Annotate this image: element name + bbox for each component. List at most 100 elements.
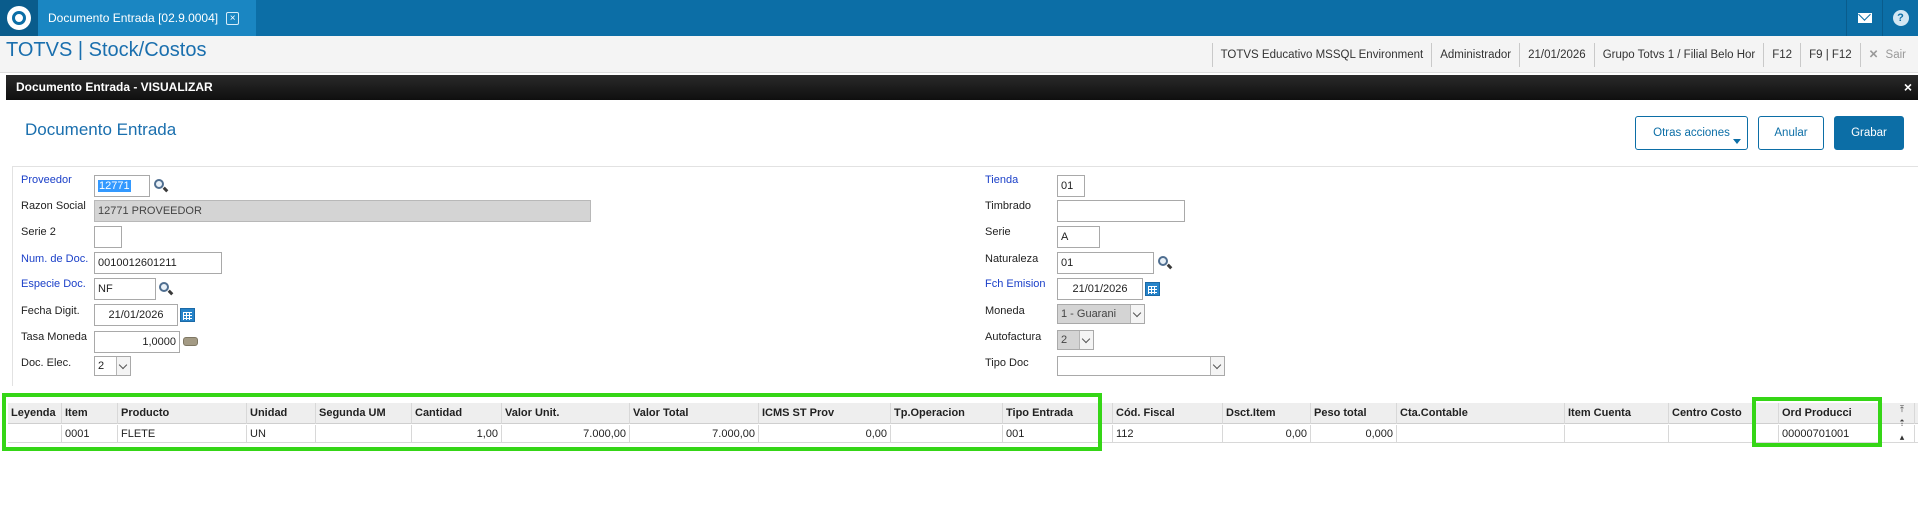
exit-label: Sair [1885, 49, 1906, 61]
column-header-cantidad[interactable]: Cantidad [412, 403, 502, 424]
tienda-input[interactable]: 01 [1057, 175, 1085, 197]
naturaleza-input[interactable]: 01 [1057, 252, 1154, 274]
serie2-input[interactable] [94, 226, 122, 248]
table-row[interactable]: 0001 FLETE UN 1,00 7.000,00 7.000,00 0,00 001 11… [8, 425, 1918, 443]
cell-item[interactable]: 0001 [62, 425, 118, 443]
items-grid[interactable]: Leyenda Item Producto Unidad Segunda UM Canti… [8, 403, 1918, 514]
shortcut-f9-f12[interactable]: F9 | F12 [1800, 43, 1860, 67]
doc-elec-value: 2 [98, 360, 105, 372]
cell-leyenda[interactable] [8, 425, 62, 443]
tasa-moneda-input[interactable]: 1,0000 [94, 331, 180, 353]
other-actions-label: Otras acciones [1653, 127, 1730, 139]
help-icon[interactable]: ? [1882, 0, 1918, 36]
other-actions-button[interactable]: Otras acciones [1635, 116, 1748, 150]
column-header-valor-total[interactable]: Valor Total [630, 403, 759, 424]
cell-valor-total[interactable]: 7.000,00 [630, 425, 759, 443]
cell-unidad[interactable]: UN [247, 425, 316, 443]
razon-social-input[interactable]: 12771 PROVEEDOR [94, 200, 591, 222]
cell-valor-unit[interactable]: 7.000,00 [502, 425, 630, 443]
shortcut-f12[interactable]: F12 [1763, 43, 1800, 67]
tab-documento-entrada[interactable]: Documento Entrada [02.9.0004] × [38, 0, 256, 36]
scroll-top-icon[interactable]: ⤒ [1895, 403, 1909, 415]
column-header-tipo-entrada[interactable]: Tipo Entrada [1003, 403, 1113, 424]
header-bar: TOTVS | Stock/Costos TOTVS Educativo MSS… [0, 36, 1918, 73]
cell-producto[interactable]: FLETE [118, 425, 247, 443]
cell-cta-contable[interactable] [1397, 425, 1565, 443]
branch-name[interactable]: Grupo Totvs 1 / Filial Belo Hor [1593, 43, 1764, 67]
exit-button[interactable]: ✕ Sair [1859, 43, 1918, 67]
tab-close-icon[interactable]: × [226, 11, 240, 25]
column-header-unidad[interactable]: Unidad [247, 403, 316, 424]
top-bar: Documento Entrada [02.9.0004] × ? [0, 0, 1918, 36]
caret-down-icon [1733, 139, 1741, 144]
cell-tp-operacion[interactable] [891, 425, 1003, 443]
column-header-cod-fiscal[interactable]: Cód. Fiscal [1113, 403, 1223, 424]
column-header-leyenda[interactable]: Leyenda [8, 403, 62, 424]
proveedor-input[interactable]: 12771 [94, 175, 150, 197]
chevron-down-icon [116, 357, 130, 375]
fecha-digit-input[interactable]: 21/01/2026 [94, 304, 178, 326]
column-header-cta-contable[interactable]: Cta.Contable [1397, 403, 1565, 424]
cell-item-cuenta[interactable] [1565, 425, 1669, 443]
especie-doc-input[interactable]: NF [94, 278, 156, 300]
search-icon[interactable] [1157, 255, 1173, 271]
close-icon: ✕ [1868, 49, 1879, 61]
serie-label: Serie [985, 226, 1011, 238]
scroll-up-step-icon[interactable]: ▴ [1895, 431, 1909, 443]
chevron-down-icon [1130, 305, 1144, 323]
form-panel [12, 166, 1918, 386]
save-button[interactable]: Grabar [1834, 116, 1904, 150]
base-date[interactable]: 21/01/2026 [1519, 43, 1594, 67]
tienda-label: Tienda [985, 174, 1019, 186]
column-header-producto[interactable]: Producto [118, 403, 247, 424]
search-icon[interactable] [158, 281, 174, 297]
cell-segunda-um[interactable] [316, 425, 412, 443]
column-header-peso-total[interactable]: Peso total [1311, 403, 1397, 424]
timbrado-input[interactable] [1057, 200, 1185, 222]
chevron-down-icon [1210, 357, 1224, 375]
autofactura-select[interactable]: 2 [1057, 330, 1094, 350]
grid-scroll-controls: ⤒ ⇡ ▴ [1895, 403, 1913, 443]
cell-icms-st-prov[interactable]: 0,00 [759, 425, 891, 443]
fch-emision-input[interactable]: 21/01/2026 [1057, 278, 1143, 300]
cell-tipo-entrada[interactable]: 001 [1003, 425, 1113, 443]
column-header-item-cuenta[interactable]: Item Cuenta [1565, 403, 1669, 424]
timbrado-label: Timbrado [985, 200, 1032, 212]
column-header-icms-st-prov[interactable]: ICMS ST Prov [759, 403, 891, 424]
cell-cantidad[interactable]: 1,00 [412, 425, 502, 443]
column-header-tp-operacion[interactable]: Tp.Operacion [891, 403, 1003, 424]
cell-centro-costo[interactable] [1669, 425, 1779, 443]
tab-title: Documento Entrada [02.9.0004] [48, 11, 219, 25]
environment-name[interactable]: TOTVS Educativo MSSQL Environment [1211, 43, 1432, 67]
grid-header: Leyenda Item Producto Unidad Segunda UM Canti… [8, 403, 1918, 424]
doc-elec-select[interactable]: 2 [94, 356, 131, 376]
mail-icon[interactable] [1846, 0, 1882, 36]
cancel-button[interactable]: Anular [1758, 116, 1824, 150]
dialog-close-icon[interactable]: × [1904, 75, 1912, 100]
calendar-icon[interactable] [180, 307, 196, 323]
serie-input[interactable]: A [1057, 226, 1100, 248]
calculator-icon[interactable] [183, 334, 199, 350]
calendar-icon[interactable] [1145, 281, 1161, 297]
column-header-centro-costo[interactable]: Centro Costo [1669, 403, 1779, 424]
dialog-title: Documento Entrada - VISUALIZAR [16, 80, 213, 94]
search-icon[interactable] [153, 178, 169, 194]
moneda-select[interactable]: 1 - Guarani [1057, 304, 1145, 324]
column-header-valor-unit[interactable]: Valor Unit. [502, 403, 630, 424]
totvs-logo-icon[interactable] [0, 0, 38, 36]
column-header-segunda-um[interactable]: Segunda UM [316, 403, 412, 424]
num-doc-input[interactable]: 0010012601211 [94, 252, 222, 274]
moneda-label: Moneda [985, 305, 1025, 317]
column-header-dsct-item[interactable]: Dsct.Item [1223, 403, 1311, 424]
tipo-doc-select[interactable] [1057, 356, 1225, 376]
fch-emision-label: Fch Emision [985, 278, 1046, 290]
doc-elec-label: Doc. Elec. [21, 357, 72, 369]
scroll-up-icon[interactable]: ⇡ [1895, 417, 1909, 429]
column-header-item[interactable]: Item [62, 403, 118, 424]
cell-peso-total[interactable]: 0,000 [1311, 425, 1397, 443]
user-name[interactable]: Administrador [1431, 43, 1519, 67]
serie2-label: Serie 2 [21, 226, 56, 238]
cell-cod-fiscal[interactable]: 112 [1113, 425, 1223, 443]
cell-dsct-item[interactable]: 0,00 [1223, 425, 1311, 443]
naturaleza-label: Naturaleza [985, 253, 1039, 265]
